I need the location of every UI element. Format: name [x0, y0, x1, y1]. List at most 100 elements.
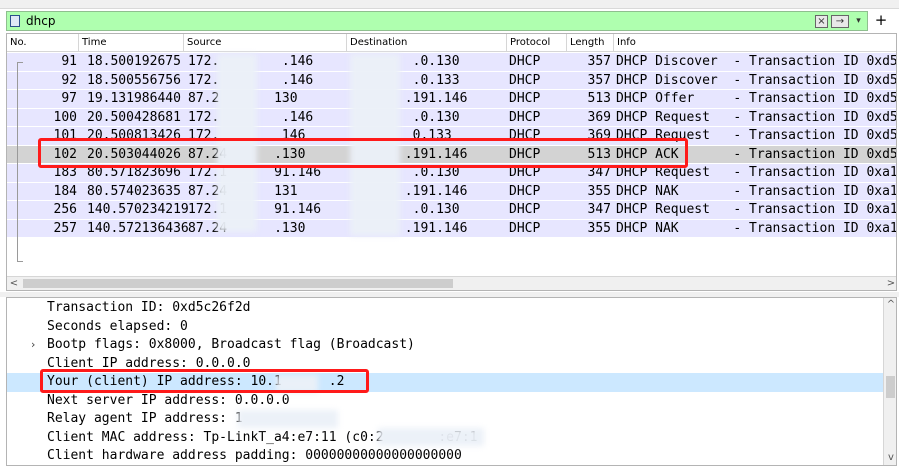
clear-filter-button[interactable]: ×: [815, 15, 828, 28]
packet-time: 18.500192675: [87, 54, 181, 69]
packet-destination: .191.146: [350, 146, 468, 162]
scrollbar-thumb[interactable]: [886, 376, 895, 398]
packet-info: DHCP NAK - Transaction ID 0xa138: [616, 183, 897, 199]
packet-length: 355: [587, 183, 611, 199]
packet-row[interactable]: 100 20.500428681 172. .146 .0.130 DHCP 3…: [7, 108, 897, 127]
detail-line[interactable]: Transaction ID: 0xd5c26f2d: [7, 299, 883, 318]
packet-no: 91: [61, 54, 77, 69]
scroll-left-icon[interactable]: <: [7, 277, 21, 290]
packet-list-horizontal-scrollbar[interactable]: < >: [7, 276, 896, 290]
packet-row[interactable]: 91 18.500192675 172. .146 .0.130 DHCP 35…: [7, 53, 897, 72]
packet-protocol: DHCP: [509, 91, 541, 106]
packet-no: 256: [53, 202, 77, 217]
packet-list-header: No. Time Source Destination Protocol Len…: [7, 34, 896, 52]
packet-source: 87.24 131: [188, 183, 298, 199]
detail-line-expandable[interactable]: › Bootp flags: 0x8000, Broadcast flag (B…: [7, 336, 883, 355]
packet-time: 80.574023635: [87, 183, 181, 199]
packet-destination: .0.133: [350, 72, 460, 88]
packet-details-vertical-scrollbar[interactable]: ^ v: [883, 298, 896, 465]
display-filter-value: dhcp: [26, 14, 56, 28]
scroll-up-icon[interactable]: ^: [884, 298, 896, 312]
packet-info: DHCP Request - Transaction ID 0xd5c2: [616, 109, 897, 125]
column-header-no[interactable]: No.: [7, 34, 77, 52]
detail-text: Client IP address: 0.0.0.0: [47, 355, 251, 371]
packet-time: 20.500813426: [87, 128, 181, 143]
column-header-source[interactable]: Source: [183, 34, 345, 52]
detail-text: Your (client) IP address: 10.1 .2: [47, 374, 345, 389]
packet-row[interactable]: 257 140.572136436 87.24 .130 .191.146 DH…: [7, 219, 896, 238]
detail-line[interactable]: Client hardware address padding: 0000000…: [7, 447, 883, 465]
packet-no: 100: [53, 109, 77, 125]
packet-destination: .0.130: [350, 202, 460, 217]
detail-line[interactable]: Seconds elapsed: 0: [7, 318, 883, 337]
scrollbar-thumb[interactable]: [23, 279, 453, 288]
packet-length: 513: [587, 146, 611, 162]
packet-length: 347: [587, 202, 611, 217]
detail-line[interactable]: Client IP address: 0.0.0.0: [7, 355, 883, 374]
scroll-right-icon[interactable]: >: [884, 277, 896, 290]
packet-length: 369: [587, 128, 611, 143]
packet-length: 513: [587, 91, 611, 106]
packet-source: 87.2 130: [188, 91, 298, 106]
detail-text: Relay agent IP address: 1: [47, 411, 243, 426]
detail-text: Client hardware address padding: 0000000…: [47, 448, 462, 463]
detail-line-selected[interactable]: Your (client) IP address: 10.1 .2: [7, 373, 883, 392]
packet-source: 172. .146: [188, 72, 314, 88]
packet-protocol: DHCP: [509, 220, 541, 236]
packet-row[interactable]: 97 19.131986440 87.2 130 .191.146 DHCP 5…: [7, 90, 896, 109]
packet-protocol: DHCP: [509, 109, 541, 125]
packet-protocol: DHCP: [509, 72, 541, 88]
packet-length: 369: [587, 109, 611, 125]
packet-row[interactable]: 184 80.574023635 87.24 131 .191.146 DHCP…: [7, 182, 897, 201]
apply-filter-button[interactable]: →: [831, 15, 849, 28]
packet-row-selected[interactable]: 102 20.503044026 87.24 .130 .191.146 DHC…: [7, 145, 897, 164]
packet-details-pane: Transaction ID: 0xd5c26f2d Seconds elaps…: [6, 297, 897, 466]
packet-protocol: DHCP: [509, 183, 541, 199]
packet-time: 140.572136436: [87, 220, 189, 236]
packet-info: DHCP Discover - Transaction ID 0xd5c2: [616, 54, 897, 69]
column-header-protocol[interactable]: Protocol: [506, 34, 566, 52]
packet-info: DHCP Request - Transaction ID 0xa138: [616, 202, 897, 217]
display-filter-bar: dhcp × → ▾ +: [6, 11, 892, 31]
packet-source: 87.24 .130: [188, 146, 306, 162]
packet-row[interactable]: 183 80.571823696 172.1 91.146 .0.130 DHC…: [7, 164, 896, 183]
packet-no: 257: [53, 220, 77, 236]
column-header-destination[interactable]: Destination: [346, 34, 506, 52]
detail-text: Transaction ID: 0xd5c26f2d: [47, 300, 251, 315]
packet-protocol: DHCP: [509, 165, 541, 180]
scroll-down-icon[interactable]: v: [884, 451, 896, 465]
add-filter-button[interactable]: +: [872, 11, 890, 31]
detail-text: Bootp flags: 0x8000, Broadcast flag (Bro…: [47, 337, 415, 352]
packet-time: 19.131986440: [87, 91, 181, 106]
packet-no: 101: [53, 128, 77, 143]
detail-line[interactable]: Next server IP address: 0.0.0.0: [7, 392, 883, 411]
packet-time: 20.503044026: [87, 146, 181, 162]
packet-time: 18.500556756: [87, 72, 181, 88]
display-filter-input[interactable]: dhcp × → ▾: [6, 11, 868, 31]
packet-source: 172.1 91.146: [188, 165, 322, 180]
filter-bookmark-icon[interactable]: [10, 15, 20, 27]
packet-info: DHCP ACK - Transaction ID 0xd5c2: [616, 146, 897, 162]
column-header-length[interactable]: Length: [566, 34, 613, 52]
packet-no: 102: [53, 146, 77, 162]
column-header-info[interactable]: Info: [613, 34, 896, 52]
detail-text: Next server IP address: 0.0.0.0: [47, 392, 290, 408]
packet-info: DHCP Request - Transaction ID 0xd5c2: [616, 128, 897, 143]
packet-time: 80.571823696: [87, 165, 181, 180]
packet-destination: .0.130: [350, 109, 460, 125]
packet-destination: .191.146: [350, 220, 468, 236]
column-header-time[interactable]: Time: [78, 34, 182, 52]
expand-chevron-icon[interactable]: ›: [31, 336, 35, 355]
packet-time: 20.500428681: [87, 109, 181, 125]
detail-line[interactable]: Client MAC address: Tp-LinkT_a4:e7:11 (c…: [7, 429, 883, 448]
packet-protocol: DHCP: [509, 54, 541, 69]
packet-row[interactable]: 101 20.500813426 172. 146 0.133 DHCP 369…: [7, 127, 897, 146]
packet-protocol: DHCP: [509, 202, 541, 217]
detail-line[interactable]: Relay agent IP address: 1: [7, 410, 883, 429]
packet-row[interactable]: 92 18.500556756 172. .146 .0.133 DHCP 35…: [7, 71, 896, 90]
filter-history-dropdown-icon[interactable]: ▾: [852, 15, 865, 28]
packet-row[interactable]: 256 140.570234219 172.1 91.146 .0.130 DH…: [7, 201, 897, 220]
detail-text: Client MAC address: Tp-LinkT_a4:e7:11 (c…: [47, 429, 478, 445]
packet-list-pane: No. Time Source Destination Protocol Len…: [6, 33, 897, 291]
packet-no: 97: [61, 91, 77, 106]
